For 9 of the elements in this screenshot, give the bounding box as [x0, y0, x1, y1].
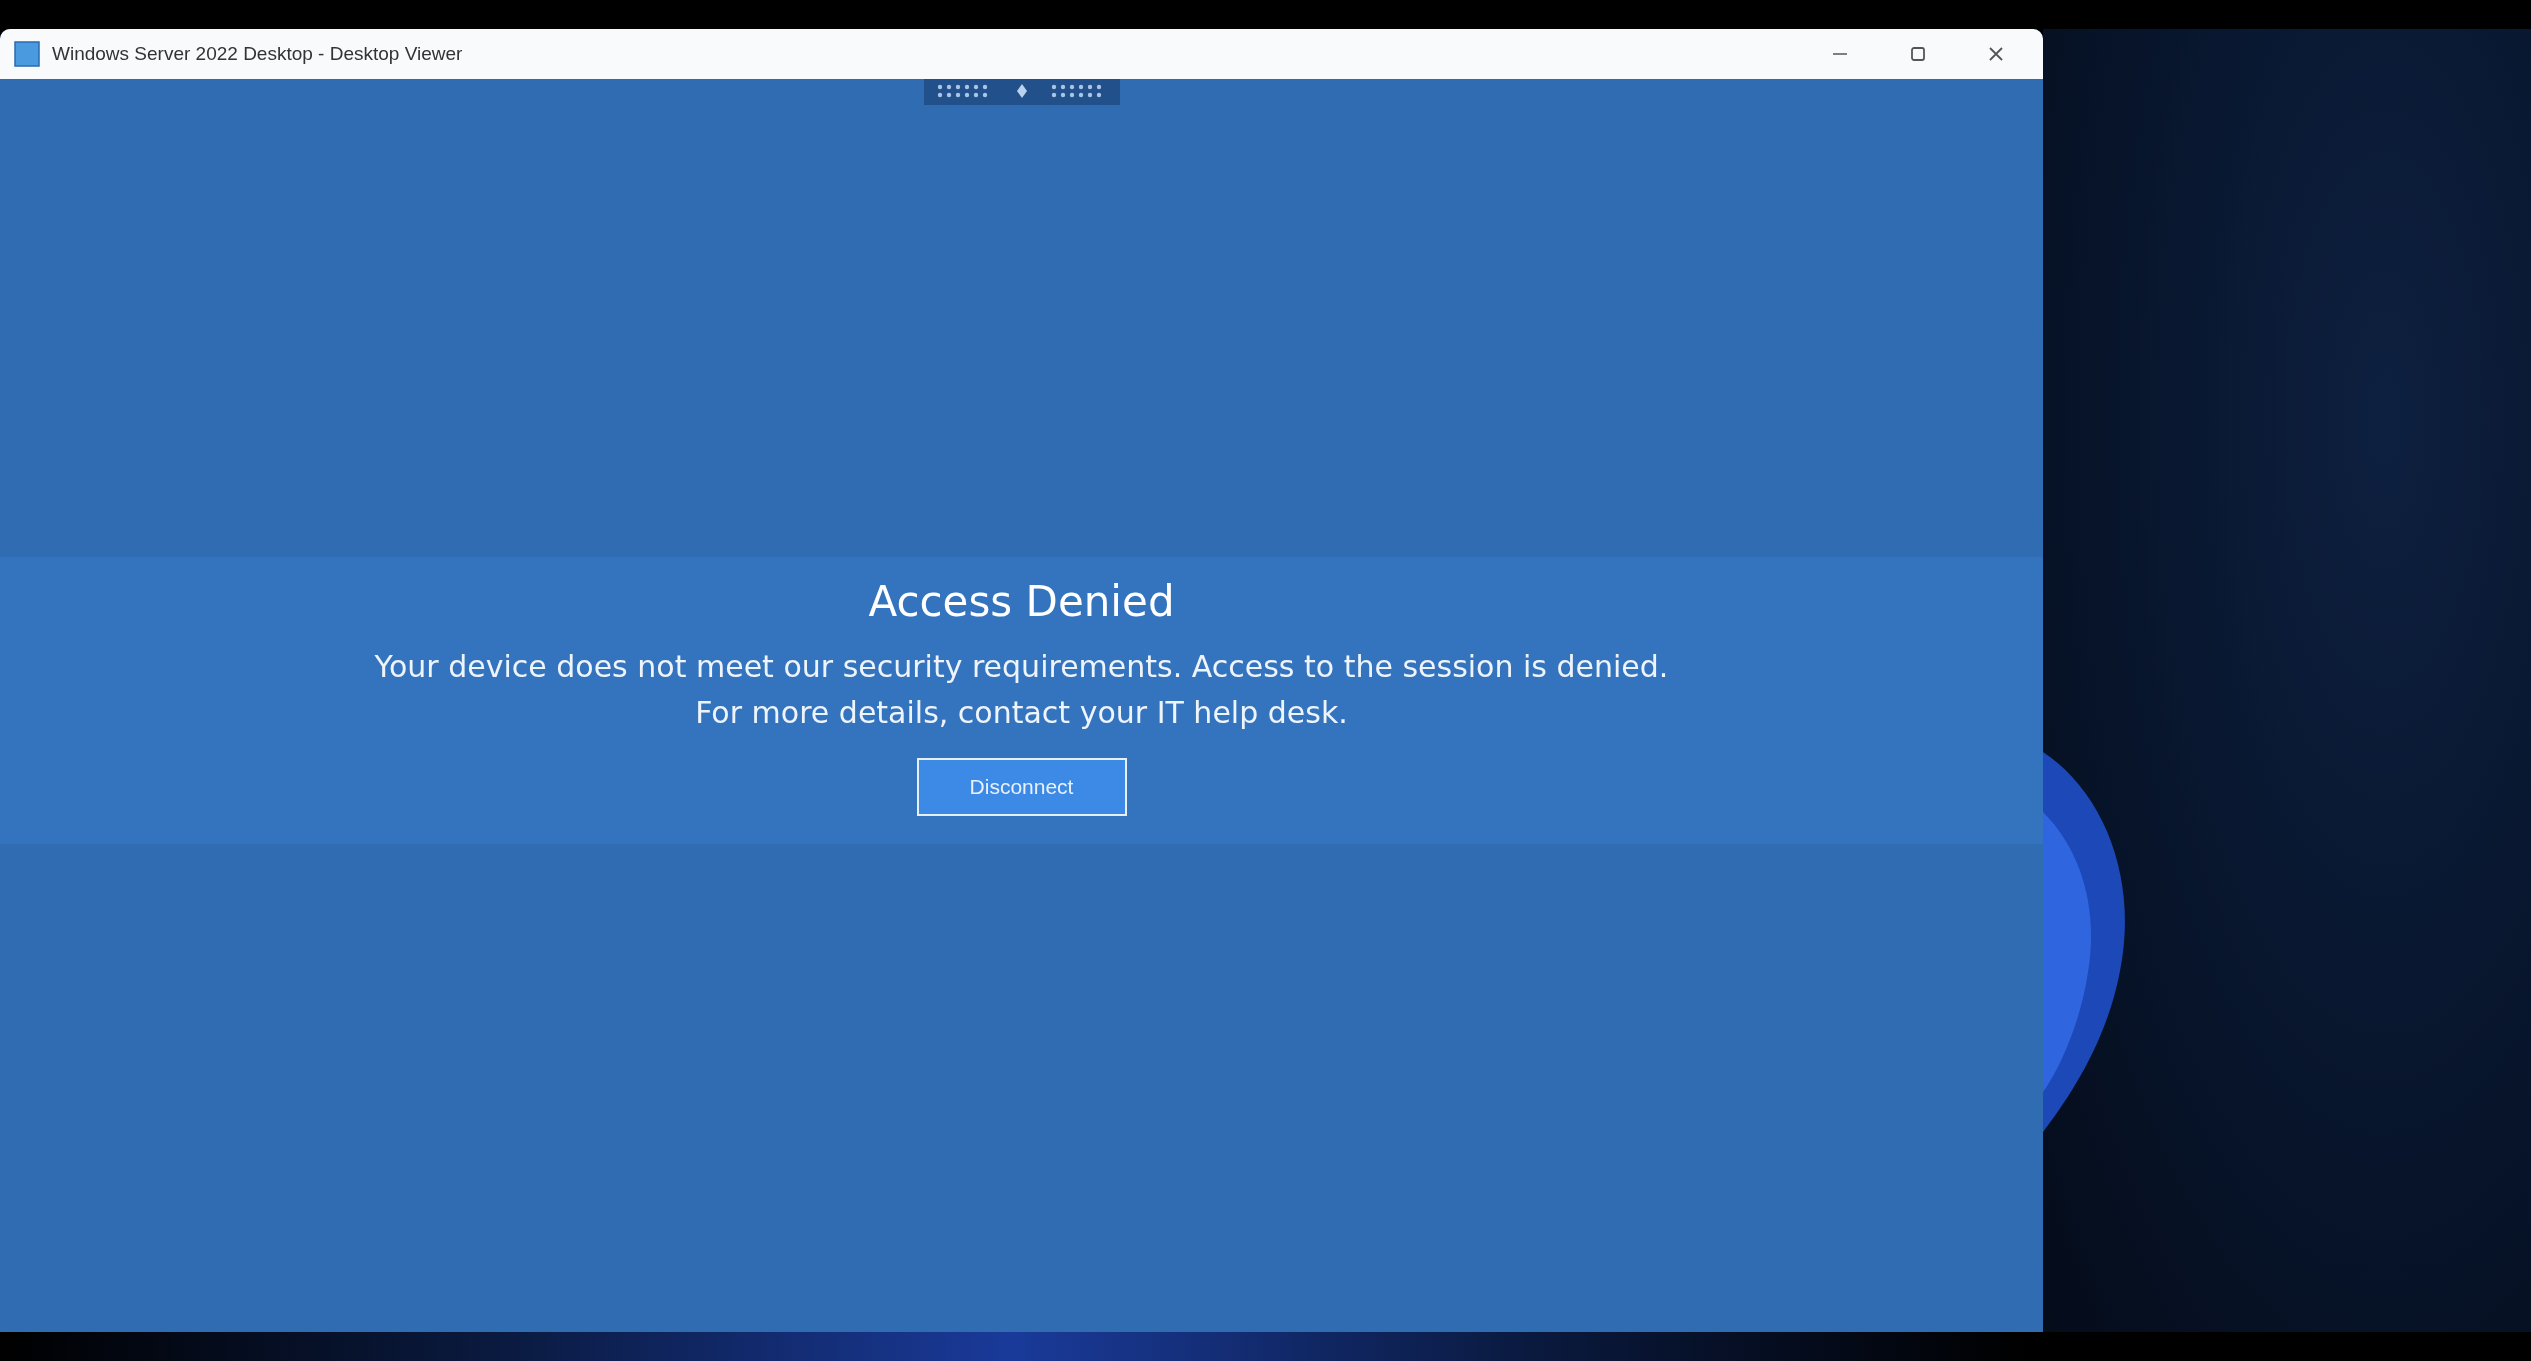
- message-text: For more details, contact your IT help desk.: [695, 694, 1348, 732]
- connection-bar-handle[interactable]: [923, 79, 1120, 105]
- window-title: Windows Server 2022 Desktop - Desktop Viewer: [52, 43, 463, 65]
- minimize-icon: [1833, 53, 1847, 55]
- message-text: Your device does not meet our security requirements. Access to the session is denied.: [374, 648, 1669, 686]
- disconnect-button[interactable]: Disconnect: [916, 758, 1127, 816]
- dialog-title: Access Denied: [868, 577, 1175, 626]
- app-icon: [14, 41, 40, 67]
- maximize-icon: [1908, 44, 1928, 64]
